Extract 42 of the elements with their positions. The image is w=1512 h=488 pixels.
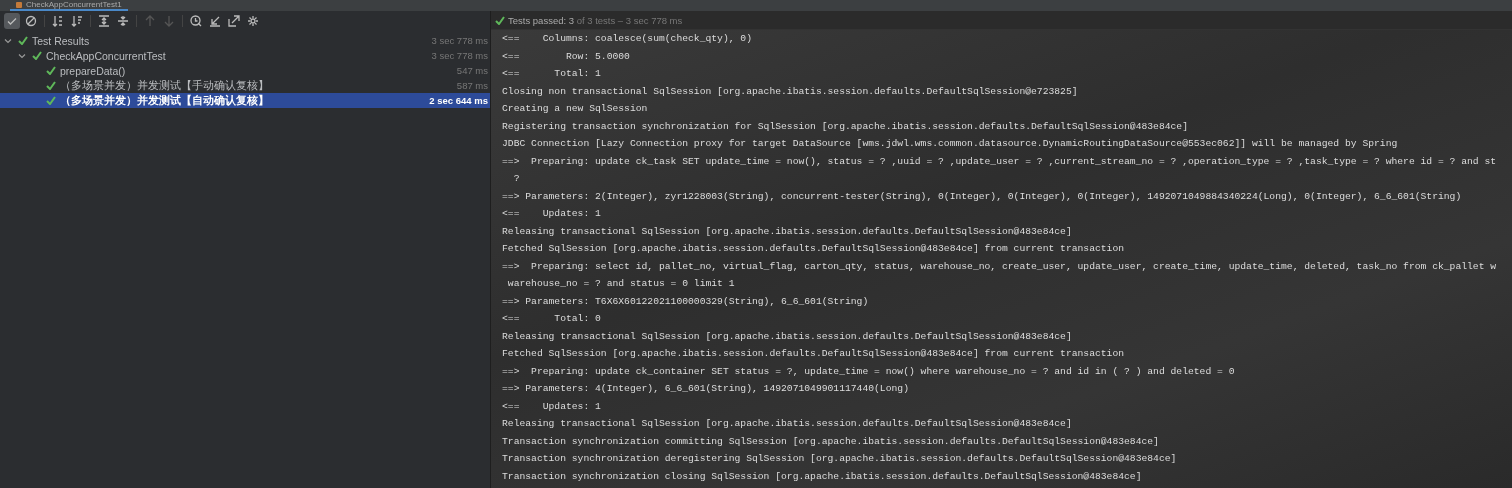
- console-line: <== Updates: 1: [502, 399, 601, 414]
- checkmark-icon[interactable]: [4, 13, 20, 29]
- console-line: ==> Preparing: update ck_task SET update_time = now(), status = ? ,uuid = ? ,update_user = ? ,current_stream_no = ? ,operation_type = ? ,task_type = ? where id = ? and st: [502, 154, 1497, 169]
- console-line: <== Row: 5.0000: [502, 49, 630, 64]
- console-line: Releasing transactional SqlSession [org.apache.ibatis.session.defaults.DefaultSqlSession@483e84ce]: [502, 417, 1072, 431]
- console-line: Releasing transactional SqlSession [org.apache.ibatis.session.defaults.DefaultSqlSession@483e84ce]: [502, 329, 1072, 344]
- clock-icon[interactable]: [188, 13, 204, 29]
- expand-all-icon[interactable]: [96, 13, 112, 29]
- console-line: Creating a new SqlSession: [502, 102, 648, 116]
- console-line: Transaction synchronization committing SqlSession [org.apache.ibatis.session.defaults.DefaultSqlSession@483e84ce]: [502, 434, 1159, 449]
- settings-icon[interactable]: [245, 13, 261, 29]
- console-line: ==> Preparing: update ck_container SET status = ?, update_time = now() where warehouse_no = ? and id in ( ? ) and deleted = 0: [502, 364, 1235, 379]
- console-line: JDBC Connection [Lazy Connection proxy for target DataSource [wms.jdwl.wms.common.datasource.DynamicRoutingDataSource@553ec062]] will be managed by Spring: [502, 137, 1398, 151]
- tree-row[interactable]: CheckAppConcurrentTest 3 sec 778 ms: [0, 48, 490, 63]
- tree-row[interactable]: prepareData() 547 ms: [0, 63, 490, 78]
- console-line: ==> Parameters: T6X6X60122021100000329(String), 6_6_601(String): [502, 294, 869, 309]
- caret-icon[interactable]: [18, 51, 26, 60]
- console-line: Fetched SqlSession [org.apache.ibatis.session.defaults.DefaultSqlSession@483e84ce] from current transaction: [502, 347, 1125, 361]
- export-icon[interactable]: [226, 13, 242, 29]
- tree-row[interactable]: （多场景并发）并发测试【手动确认复核】 587 ms: [0, 78, 490, 93]
- sort-icon[interactable]: [69, 13, 85, 29]
- console-line: ?: [512, 172, 520, 186]
- collapse-all-icon[interactable]: [115, 13, 131, 29]
- console-line: <== Columns: coalesce(sum(check_qty), 0): [502, 32, 752, 46]
- console-line: <== Total: 1: [502, 67, 601, 81]
- checkmark-icon: [495, 15, 505, 25]
- console-line: ==> Parameters: 2(Integer), zyr1228003(String), concurrent-tester(String), 0(Integer), 0(Integer), 0(Integer), 1492071049884340224(Long), 0(Integer), 6_6_601(String): [502, 189, 1462, 204]
- console-line: <== Updates: 1: [502, 207, 601, 221]
- tree-row[interactable]: Test Results 3 sec 778 ms: [0, 33, 490, 48]
- console-line: Fetched SqlSession [org.apache.ibatis.session.defaults.DefaultSqlSession@483e84ce] from current transaction: [502, 242, 1125, 256]
- console-line: ==> Parameters: 4(Integer), 6_6_601(String), 1492071049901117440(Long): [502, 382, 909, 396]
- console-line: Transaction synchronization closing SqlSession [org.apache.ibatis.session.defaults.DefaultSqlSession@483e84ce]: [502, 469, 1142, 484]
- console-line: Transaction synchronization deregistering SqlSession [org.apache.ibatis.session.defaults.DefaultSqlSession@483e84ce]: [502, 452, 1177, 466]
- console-line: ==> Preparing: select id, pallet_no, virtual_flag, carton_qty, status, warehouse_no, create_user, update_user, create_time, update_time, deleted, task_no from ck_pallet w: [502, 259, 1497, 274]
- stop-icon[interactable]: [23, 13, 39, 29]
- console-line: Closing non transactional SqlSession [org.apache.ibatis.session.defaults.DefaultSqlSession@e723825]: [502, 84, 1078, 99]
- console-line: warehouse_no = ? and status = 0 limit 1: [506, 277, 735, 291]
- console-line: Releasing transactional SqlSession [org.apache.ibatis.session.defaults.DefaultSqlSession@483e84ce]: [502, 224, 1072, 239]
- caret-icon[interactable]: [4, 36, 12, 45]
- console-line: Registering transaction synchronization for SqlSession [org.apache.ibatis.session.defaults.DefaultSqlSession@483e84ce]: [502, 119, 1188, 134]
- tree-row[interactable]: （多场景并发）并发测试【自动确认复核】 2 sec 644 ms: [0, 93, 490, 108]
- console-line: <== Total: 0: [502, 312, 601, 326]
